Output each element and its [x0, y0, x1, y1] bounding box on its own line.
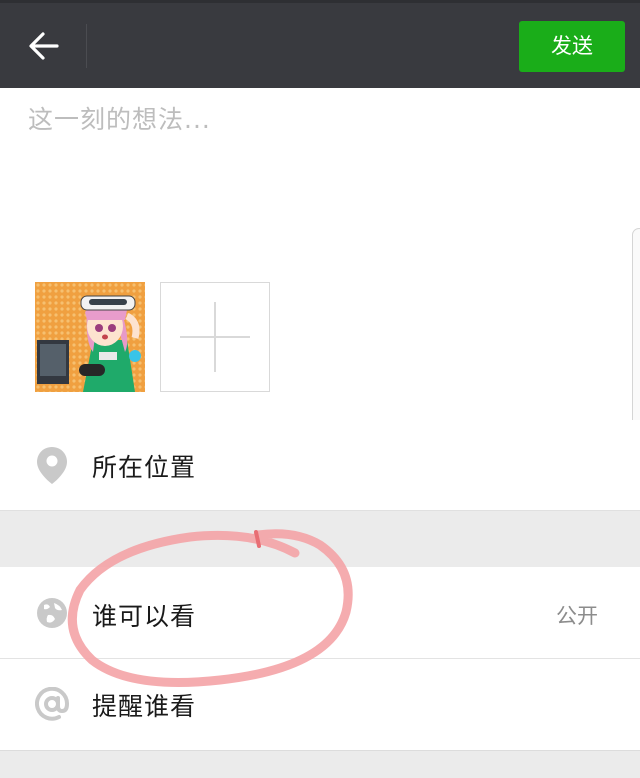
back-button[interactable]: [18, 24, 70, 68]
mention-row[interactable]: 提醒谁看: [0, 659, 640, 749]
post-text-input[interactable]: 这一刻的想法...: [28, 100, 608, 240]
section-gap: [0, 510, 640, 568]
add-photo-button[interactable]: [160, 282, 270, 392]
visibility-label: 谁可以看: [92, 602, 197, 631]
header-divider: [86, 24, 87, 68]
top-edge: [0, 0, 640, 3]
mention-label: 提醒谁看: [92, 692, 197, 721]
arrow-left-icon: [29, 32, 59, 60]
visibility-value: 公开: [556, 604, 598, 628]
location-label: 所在位置: [92, 453, 197, 482]
location-pin-icon: [37, 447, 67, 484]
globe-icon: [37, 598, 67, 628]
bottom-gap: [0, 750, 640, 778]
anime-girl-vr-image: [35, 282, 145, 392]
location-row[interactable]: 所在位置: [0, 420, 640, 510]
send-button[interactable]: 发送: [519, 21, 625, 72]
plus-icon-vertical: [214, 302, 216, 372]
attached-photo[interactable]: [35, 282, 145, 392]
visibility-row[interactable]: 谁可以看 公开: [0, 567, 640, 658]
top-bar: 发送: [0, 0, 640, 88]
at-sign-icon: [35, 687, 69, 721]
scroll-edge: [632, 228, 640, 440]
